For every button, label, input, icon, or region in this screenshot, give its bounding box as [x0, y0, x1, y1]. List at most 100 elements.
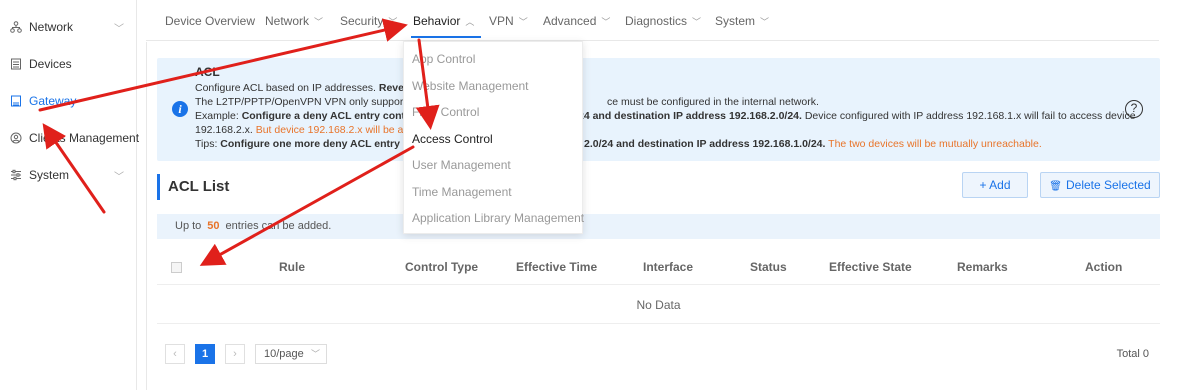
chevron-down-icon: ﹀: [760, 17, 770, 27]
tab-label: Security: [340, 14, 384, 28]
behavior-dropdown-menu: App Control Website Management Flow Cont…: [403, 41, 584, 234]
menu-item-application-library-management[interactable]: Application Library Management: [412, 211, 584, 225]
chevron-down-icon: ﹀: [601, 17, 611, 27]
tab-diagnostics[interactable]: Diagnostics ﹀: [625, 14, 701, 28]
tab-label: Advanced: [543, 14, 597, 28]
page-button-current[interactable]: 1: [195, 344, 215, 364]
entry-limit-bar: Up to 50 entries can be added.: [157, 214, 1160, 239]
column-header-action: Action: [1085, 260, 1123, 274]
sidebar-item-label: Gateway: [29, 94, 77, 108]
limit-text: entries can be added.: [225, 220, 332, 232]
tab-security[interactable]: Security ﹀: [340, 14, 397, 28]
tab-advanced[interactable]: Advanced ﹀: [543, 14, 610, 28]
column-header-control-type: Control Type: [405, 260, 479, 274]
info-text: Example:: [195, 110, 242, 122]
info-text-bold: Configure one more deny ACL entry co: [220, 138, 416, 150]
info-text: ce must be configured in the internal ne…: [607, 96, 819, 108]
tab-device-overview[interactable]: Device Overview: [165, 14, 255, 28]
info-line: Configure ACL based on IP addresses. Rev…: [195, 82, 414, 94]
column-header-rule: Rule: [279, 260, 306, 274]
column-header-effective-state: Effective State: [829, 260, 912, 274]
column-header-status: Status: [750, 260, 787, 274]
tab-network[interactable]: Network ﹀: [265, 14, 323, 28]
delete-selected-button[interactable]: 🗑 Delete Selected: [1040, 172, 1160, 198]
menu-item-time-management[interactable]: Time Management: [412, 185, 512, 199]
devices-icon: [11, 58, 21, 70]
menu-item-user-management[interactable]: User Management: [412, 158, 511, 172]
page-size-select[interactable]: 10/page ﹀: [255, 344, 327, 364]
limit-count: 50: [207, 220, 220, 232]
sidebar-item-label: System: [29, 168, 70, 182]
top-nav: Device Overview Network ﹀ Security ﹀ Behav…: [146, 0, 1159, 41]
acl-info-box: i ACL Configure ACL based on IP addresse…: [157, 58, 1160, 161]
info-line: 2.0/24 and destination IP address 192.16…: [584, 138, 1042, 150]
main-content: i ACL Configure ACL based on IP addresse…: [146, 42, 1160, 390]
button-label: Delete Selected: [1065, 178, 1151, 192]
sidebar-item-label: Network: [29, 20, 74, 34]
prev-page-button[interactable]: ‹: [165, 344, 185, 364]
info-text-bold: 2.0/24 and destination IP address 192.16…: [584, 138, 826, 150]
chevron-down-icon: ﹀: [114, 171, 124, 183]
column-header-effective-time: Effective Time: [516, 260, 598, 274]
sidebar-item-network[interactable]: Network ﹀: [10, 17, 124, 37]
tab-label: Device Overview: [165, 14, 256, 28]
info-text-bold: Configure a deny ACL entry contai: [241, 110, 414, 122]
acl-list-title: ACL List: [157, 174, 229, 200]
active-tab-indicator: [411, 36, 481, 38]
sidebar-item-devices[interactable]: Devices: [10, 54, 72, 74]
add-button[interactable]: + Add: [962, 172, 1028, 198]
next-page-button[interactable]: ›: [225, 344, 245, 364]
limit-text: Up to: [175, 220, 202, 232]
tab-label: VPN: [489, 14, 514, 28]
info-text: The L2TP/PPTP/OpenVPN VPN only supports: [195, 96, 412, 108]
info-line: Tips: Configure one more deny ACL entry …: [195, 138, 415, 150]
table-header: Rule Control Type Effective Time Interfa…: [157, 249, 1160, 285]
tab-label: Behavior: [413, 14, 461, 28]
sidebar-item-clients-management[interactable]: Clients Management: [10, 128, 139, 148]
info-text: 192.168.2.x.: [195, 124, 256, 136]
page-size-value: 10/page: [264, 348, 304, 360]
tab-label: Diagnostics: [625, 14, 688, 28]
tab-label: Network: [265, 14, 310, 28]
tab-label: System: [715, 14, 756, 28]
info-line: The L2TP/PPTP/OpenVPN VPN only supports: [195, 96, 412, 108]
clients-icon: [10, 132, 22, 144]
info-text-bold: 24 and destination IP address 192.168.2.…: [578, 110, 802, 122]
chevron-down-icon: ﹀: [388, 17, 398, 27]
trash-icon: 🗑: [1049, 181, 1062, 192]
gateway-icon: [11, 95, 21, 107]
sidebar-item-label: Clients Management: [29, 131, 140, 145]
info-icon: i: [172, 101, 188, 117]
chevron-up-icon: ︿: [465, 17, 475, 27]
sidebar-item-gateway[interactable]: Gateway: [10, 91, 76, 111]
chevron-down-icon: ﹀: [310, 349, 320, 359]
tab-system[interactable]: System ﹀: [715, 14, 769, 28]
info-text: Tips:: [195, 138, 221, 150]
info-text: Configure ACL based on IP addresses.: [195, 82, 379, 94]
total-count: Total 0: [1116, 348, 1149, 360]
chevron-down-icon: ﹀: [114, 23, 124, 35]
column-header-remarks: Remarks: [957, 260, 1008, 274]
info-text: Device configured with IP address 192.16…: [801, 110, 1136, 122]
info-line: 24 and destination IP address 192.168.2.…: [578, 110, 1136, 122]
menu-item-flow-control[interactable]: Flow Control: [412, 105, 479, 119]
network-icon: [10, 21, 22, 33]
menu-item-access-control[interactable]: Access Control: [412, 132, 493, 146]
menu-item-website-management[interactable]: Website Management: [412, 79, 529, 93]
sidebar: Network ﹀ Devices Gateway Clients Manage…: [0, 0, 139, 390]
system-icon: [11, 169, 21, 181]
tab-vpn[interactable]: VPN ﹀: [489, 14, 528, 28]
tab-behavior[interactable]: Behavior ︿: [413, 14, 474, 28]
chevron-down-icon: ﹀: [518, 17, 528, 27]
menu-item-app-control[interactable]: App Control: [412, 52, 475, 66]
select-all-checkbox[interactable]: [171, 262, 182, 273]
sidebar-item-system[interactable]: System ﹀: [10, 165, 124, 185]
chevron-down-icon: ﹀: [692, 17, 702, 27]
help-icon[interactable]: ?: [1125, 100, 1143, 118]
info-line: ce must be configured in the internal ne…: [607, 96, 819, 108]
column-header-interface: Interface: [643, 260, 694, 274]
sidebar-item-label: Devices: [29, 57, 72, 71]
chevron-down-icon: ﹀: [314, 17, 324, 27]
info-title: ACL: [195, 65, 220, 79]
info-text-warning: But device 192.168.2.x will be allo: [255, 124, 414, 136]
